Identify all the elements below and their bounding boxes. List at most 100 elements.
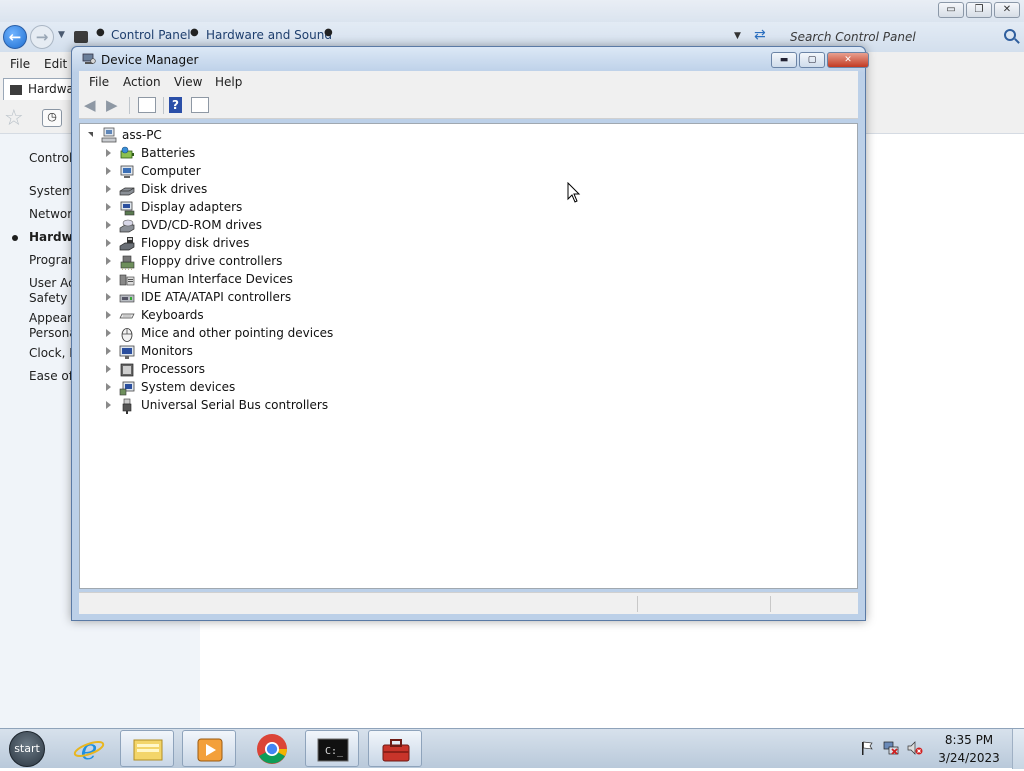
device-manager-titlebar[interactable]: Device Manager ▬ ▢ ✕ [72,47,869,73]
menu-file[interactable]: File [89,75,109,89]
cp-maximize-button[interactable]: ❐ [966,2,992,18]
expand-triangle-icon[interactable] [106,221,111,229]
expand-triangle-icon[interactable] [106,167,111,175]
search-placeholder: Search Control Panel [790,30,916,44]
view-icon[interactable] [191,97,209,113]
cp-menu-file[interactable]: File [10,57,30,71]
favorites-star-icon[interactable]: ☆ [4,106,24,131]
minimize-button[interactable]: ▬ [771,52,797,68]
back-arrow-icon[interactable]: ◀ [84,97,102,113]
tree-item-label: Human Interface Devices [141,272,293,286]
expand-triangle-icon[interactable] [106,365,111,373]
computer-icon [101,127,117,143]
internet-explorer-icon: e [73,733,105,766]
taskbar-media-player[interactable] [182,730,236,767]
taskbar-device-manager[interactable] [368,730,422,767]
sidebar-item-safety[interactable]: Safety [29,291,67,305]
taskbar: start e C:_ 8:35 PM 3/24/2023 [0,728,1024,769]
taskbar-command-prompt[interactable]: C:_ [305,730,359,767]
expand-triangle-icon[interactable] [106,185,111,193]
tree-item-label: IDE ATA/ATAPI controllers [141,290,292,304]
recent-pages-chevron-down-icon[interactable]: ▼ [58,30,65,40]
file-explorer-icon [133,739,163,761]
expand-triangle-icon[interactable] [106,239,111,247]
processor-icon [120,363,134,377]
status-bar [79,592,858,614]
cp-close-button[interactable]: ✕ [994,2,1020,18]
tree-item-label: Display adapters [141,200,243,214]
back-arrow-icon[interactable]: ← [3,25,27,49]
sidebar-item-clock[interactable]: Clock, L [29,346,76,360]
taskbar-internet-explorer[interactable]: e [62,730,116,767]
expand-triangle-icon[interactable] [106,311,111,319]
expand-triangle-icon[interactable] [106,203,111,211]
menu-action[interactable]: Action [123,75,161,89]
active-bullet-icon [12,235,18,241]
expand-triangle-icon[interactable] [106,275,111,283]
show-desktop-button[interactable] [1012,729,1024,769]
clock-date[interactable]: 3/24/2023 [935,751,1003,765]
search-input[interactable]: Search Control Panel [782,26,1022,48]
breadcrumb-separator-icon: ● [324,27,333,38]
mouse-icon [121,328,133,342]
properties-icon[interactable] [138,97,156,113]
tree-item-label: Batteries [141,146,196,160]
taskbar-chrome[interactable] [245,730,299,767]
expand-triangle-icon[interactable] [106,383,111,391]
expand-triangle-icon[interactable] [106,149,111,157]
expand-triangle-icon[interactable] [106,257,111,265]
action-center-flag-icon[interactable] [860,741,874,755]
tree-item-label: Monitors [141,344,193,358]
refresh-icon[interactable]: ⇄ [754,27,766,43]
expand-triangle-icon[interactable] [106,401,111,409]
breadcrumb-separator-icon: ● [96,27,105,38]
forward-arrow-icon[interactable]: → [30,25,54,49]
svg-text:e: e [81,733,98,766]
device-manager-window: Device Manager ▬ ▢ ✕ File Action View He… [71,46,869,621]
expand-triangle-icon[interactable] [106,347,111,355]
expand-triangle-icon[interactable] [106,329,111,337]
address-history-chevron-down-icon[interactable]: ▼ [734,31,741,41]
sidebar-item-system[interactable]: System [29,184,74,198]
device-tree: ass-PC Batteries Computer Disk drives Displ… [79,123,858,589]
collapse-triangle-icon[interactable] [88,132,93,137]
close-button[interactable]: ✕ [827,52,869,68]
control-panel-icon [10,85,22,95]
toolbox-icon [382,739,410,762]
disk-drive-icon [119,187,135,196]
tree-item-label: DVD/CD-ROM drives [141,218,263,232]
taskbar-windows-explorer[interactable] [120,730,174,767]
sidebar-item-control-panel-home[interactable]: Control [29,151,72,165]
menu-help[interactable]: Help [215,75,242,89]
tree-item-label: Mice and other pointing devices [141,326,334,340]
volume-muted-icon[interactable] [907,740,923,756]
sidebar-item-user-accounts[interactable]: User Ac [29,276,75,290]
cp-minimize-button[interactable]: ▭ [938,2,964,18]
ide-controller-icon [119,294,135,303]
dm-toolbar: ◀ ▶ ? [79,93,858,119]
system-devices-icon [119,381,135,396]
sidebar-item-personalization[interactable]: Persona [29,326,77,340]
history-icon[interactable]: ◷ [42,109,62,127]
breadcrumb-control-panel[interactable]: Control Panel [111,28,191,42]
tree-item-label: Keyboards [141,308,204,322]
maximize-button[interactable]: ▢ [799,52,825,68]
tree-item-label: Computer [141,164,201,178]
clock-time[interactable]: 8:35 PM [935,733,1003,747]
start-button[interactable]: start [9,731,45,767]
expand-triangle-icon[interactable] [106,293,111,301]
network-icon[interactable] [883,740,899,756]
dvd-drive-icon [119,219,135,233]
menu-view[interactable]: View [174,75,202,89]
cp-menu-edit[interactable]: Edit [44,57,67,71]
control-panel-titlebar: ▭ ❐ ✕ [0,0,1024,22]
breadcrumb-hardware-and-sound[interactable]: Hardware and Sound [206,28,332,42]
control-panel-icon [74,31,88,43]
floppy-controller-icon [120,255,135,270]
search-icon[interactable] [1004,29,1016,41]
forward-arrow-icon[interactable]: ▶ [106,97,124,113]
tree-item-label: Disk drives [141,182,208,196]
computer-icon [120,165,134,178]
help-icon[interactable]: ? [169,97,182,113]
dm-menubar: File Action View Help [79,71,858,93]
